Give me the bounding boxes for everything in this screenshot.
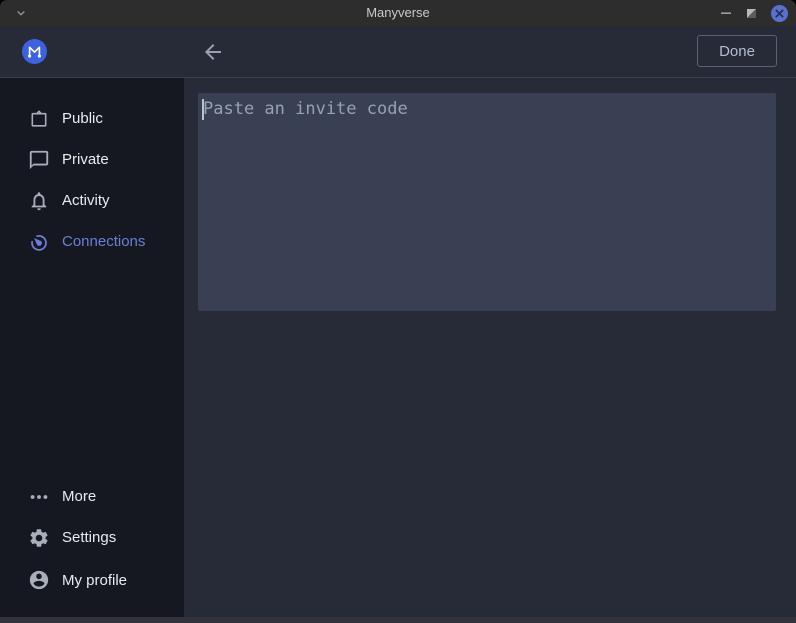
done-button[interactable]: Done (697, 35, 777, 67)
window-controls (720, 0, 788, 26)
invite-code-field (198, 93, 776, 311)
sidebar-item-connections[interactable]: Connections (0, 221, 184, 262)
gauge-icon (28, 231, 50, 253)
back-button[interactable] (201, 40, 225, 64)
sidebar-item-label: Private (62, 151, 109, 168)
minimize-button[interactable] (720, 7, 732, 19)
gear-icon (28, 527, 50, 549)
close-button[interactable] (771, 5, 788, 22)
sidebar-item-private[interactable]: Private (0, 139, 184, 180)
invite-code-input[interactable] (198, 93, 776, 311)
chevron-down-icon[interactable] (13, 5, 29, 21)
sidebar-item-label: Settings (62, 529, 116, 546)
sidebar-item-my-profile[interactable]: My profile (0, 558, 184, 602)
titlebar: Manyverse (0, 0, 796, 26)
window-title: Manyverse (366, 0, 430, 26)
sidebar: Public Private Activity (0, 78, 184, 617)
sidebar-item-label: Connections (62, 233, 145, 250)
text-caret (202, 99, 204, 120)
app-header: Done (0, 26, 796, 78)
manyverse-window: Manyverse Done (0, 0, 796, 623)
manyverse-logo-icon (22, 39, 47, 64)
sidebar-item-more[interactable]: More (0, 476, 184, 517)
person-icon (28, 569, 50, 591)
dots-icon (28, 486, 50, 508)
sidebar-bottom-group: More Settings My profile (0, 476, 184, 617)
chat-bubble-icon (28, 149, 50, 171)
sidebar-spacer (0, 262, 184, 476)
restore-button[interactable] (746, 8, 757, 19)
window-bottom-edge (0, 617, 796, 623)
board-icon (28, 108, 50, 130)
app-body: Public Private Activity (0, 78, 796, 617)
bell-icon (28, 190, 50, 212)
sidebar-item-label: Public (62, 110, 103, 127)
sidebar-item-settings[interactable]: Settings (0, 517, 184, 558)
sidebar-item-activity[interactable]: Activity (0, 180, 184, 221)
sidebar-item-label: More (62, 488, 96, 505)
sidebar-item-public[interactable]: Public (0, 98, 184, 139)
content-area (184, 78, 796, 617)
sidebar-item-label: My profile (62, 572, 127, 589)
sidebar-item-label: Activity (62, 192, 110, 209)
